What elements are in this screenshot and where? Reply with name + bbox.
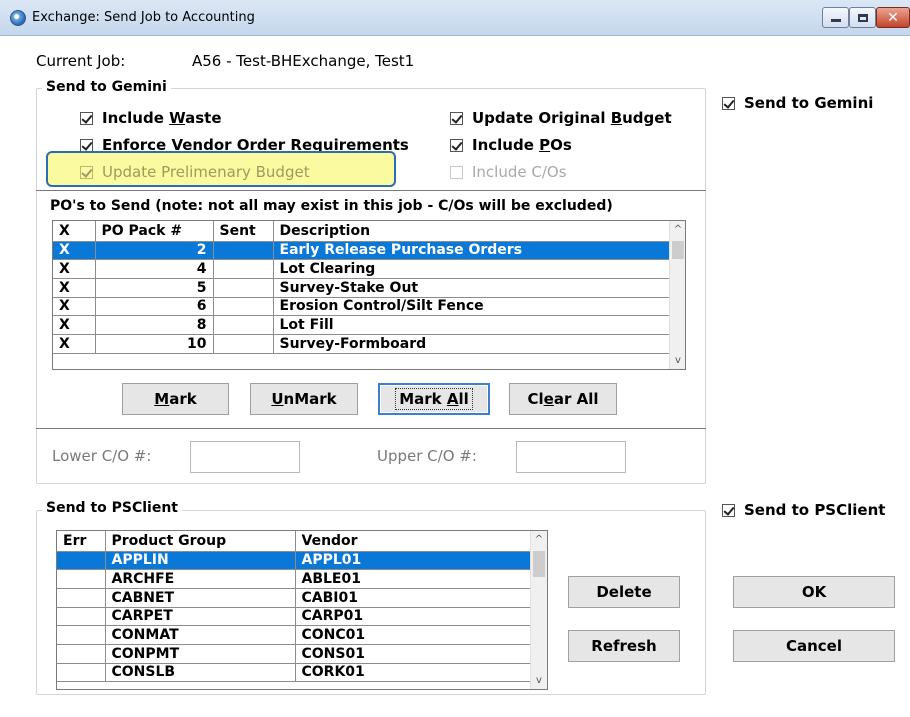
table-row[interactable]: APPLIN APPL01 [57, 551, 531, 571]
checkbox-box[interactable] [80, 111, 93, 125]
psclient-grid-header: Err Product Group Vendor [57, 531, 531, 552]
minimize-icon [830, 19, 841, 22]
col-sent-header[interactable]: Sent [213, 221, 274, 242]
table-row[interactable]: X 10 Survey-Formboard [53, 334, 670, 354]
upper-co-input[interactable] [516, 441, 626, 473]
cancel-button[interactable]: Cancel [733, 630, 895, 662]
refresh-button[interactable]: Refresh [568, 630, 680, 662]
table-row[interactable]: CONSLB CORK01 [57, 663, 531, 683]
table-row[interactable]: CONPMT CONS01 [57, 644, 531, 664]
scroll-down-icon[interactable]: v [670, 355, 685, 366]
col-err-header[interactable]: Err [57, 531, 106, 552]
pos-caption: PO's to Send (note: not all may exist in… [50, 198, 613, 214]
table-row[interactable]: X 6 Erosion Control/Silt Fence [53, 297, 670, 317]
checkbox-box[interactable] [450, 138, 463, 152]
col-product-group-header[interactable]: Product Group [105, 531, 296, 552]
mark-all-button[interactable]: Mark All [378, 383, 490, 415]
upper-co-label: Upper C/O #: [377, 447, 477, 465]
table-row[interactable]: X 5 Survey-Stake Out [53, 278, 670, 298]
scroll-up-icon[interactable]: ^ [531, 534, 547, 545]
table-row[interactable]: X 4 Lot Clearing [53, 259, 670, 279]
scroll-down-icon[interactable]: v [531, 675, 547, 686]
title-bar[interactable]: Exchange: Send Job to Accounting ✕ [0, 0, 910, 36]
checkbox-box[interactable] [80, 165, 93, 179]
table-row[interactable]: X 2 Early Release Purchase Orders [53, 241, 670, 261]
checkbox-box[interactable] [450, 111, 463, 125]
col-x-header[interactable]: X [53, 221, 96, 242]
current-job-label: Current Job: [36, 52, 126, 70]
app-icon [10, 10, 26, 26]
scroll-thumb[interactable] [533, 551, 545, 577]
ok-button[interactable]: OK [733, 576, 895, 608]
delete-button[interactable]: Delete [568, 576, 680, 608]
mark-button[interactable]: Mark [122, 383, 229, 415]
scroll-up-icon[interactable]: ^ [670, 224, 685, 235]
checkbox-box[interactable] [722, 503, 735, 517]
table-row[interactable]: CARPET CARP01 [57, 607, 531, 627]
col-vendor-header[interactable]: Vendor [295, 531, 531, 552]
table-row[interactable]: CONMAT CONC01 [57, 625, 531, 645]
update-prelim-budget-checkbox[interactable]: Update Prelimenary Budget [80, 163, 310, 181]
send-to-psclient-checkbox[interactable]: Send to PSClient [722, 501, 885, 519]
scroll-thumb[interactable] [672, 241, 684, 259]
send-to-gemini-checkbox[interactable]: Send to Gemini [722, 94, 873, 112]
unmark-button[interactable]: UnMark [250, 383, 358, 415]
include-waste-checkbox[interactable]: Include Waste [80, 109, 222, 127]
update-original-budget-checkbox[interactable]: Update Original Budget [450, 109, 672, 127]
close-button[interactable]: ✕ [876, 7, 910, 28]
col-description-header[interactable]: Description [273, 221, 670, 242]
table-row[interactable]: ARCHFE ABLE01 [57, 569, 531, 589]
window-title: Exchange: Send Job to Accounting [32, 10, 255, 25]
current-job-value: A56 - Test-BHExchange, Test1 [192, 52, 415, 70]
psclient-grid-scrollbar[interactable]: ^ v [530, 531, 547, 689]
checkbox-box[interactable] [722, 96, 735, 110]
divider [36, 190, 706, 191]
checkbox-box[interactable] [450, 165, 463, 179]
po-grid[interactable]: X PO Pack # Sent Description X 2 Early R… [52, 220, 686, 370]
divider [36, 428, 706, 429]
table-row[interactable]: X 8 Lot Fill [53, 315, 670, 335]
col-po-pack-header[interactable]: PO Pack # [95, 221, 214, 242]
include-pos-checkbox[interactable]: Include POs [450, 136, 572, 154]
lower-co-label: Lower C/O #: [52, 447, 152, 465]
include-cos-checkbox[interactable]: Include C/Os [450, 163, 567, 181]
maximize-button[interactable] [849, 7, 876, 28]
table-row[interactable]: CABNET CABI01 [57, 588, 531, 608]
lower-co-input[interactable] [190, 441, 300, 473]
po-grid-scrollbar[interactable]: ^ v [669, 221, 685, 369]
minimize-button[interactable] [822, 7, 849, 28]
maximize-icon [857, 13, 868, 22]
clear-all-button[interactable]: Cl e ar All [509, 383, 617, 415]
po-grid-header: X PO Pack # Sent Description [53, 221, 670, 242]
close-icon: ✕ [887, 9, 899, 26]
checkbox-box[interactable] [80, 138, 93, 152]
psclient-group-title: Send to PSClient [42, 500, 182, 516]
gemini-group-title: Send to Gemini [42, 79, 171, 95]
psclient-grid[interactable]: Err Product Group Vendor APPLIN APPL01 A… [56, 530, 548, 690]
